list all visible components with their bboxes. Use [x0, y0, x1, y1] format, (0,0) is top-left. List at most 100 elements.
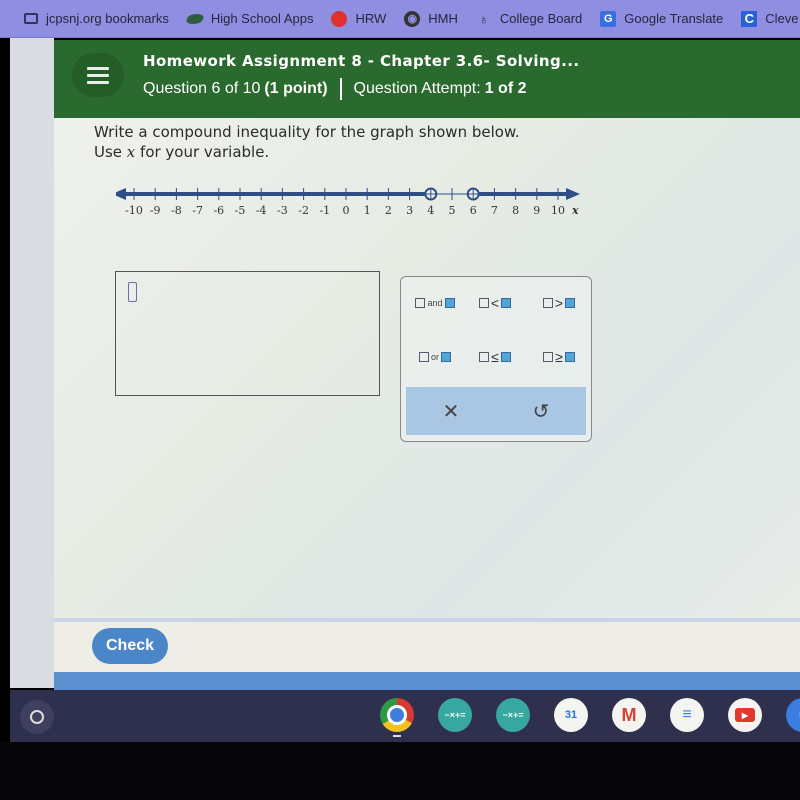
keypad-actions: ✕ ↺ [406, 387, 586, 435]
bookmark-college-board[interactable]: ♁ College Board [476, 10, 583, 27]
operator-label: or [430, 352, 439, 362]
operator-label: ≥ [555, 349, 563, 365]
clear-icon[interactable]: ✕ [443, 399, 460, 424]
question-prompt: Write a compound inequality for the grap… [94, 122, 520, 162]
bookmark-label: jcpsnj.org bookmarks [46, 11, 169, 26]
hamburger-menu-icon [87, 66, 109, 70]
and-key[interactable]: and [405, 291, 465, 315]
question-content: Write a compound inequality for the grap… [54, 118, 800, 618]
filled-box-icon [565, 298, 576, 308]
divider [339, 78, 342, 100]
play-icon: ▶ [735, 708, 755, 722]
filled-box-icon [501, 298, 512, 308]
bookmark-label: Google Translate [624, 11, 724, 26]
tick-label: 8 [512, 204, 519, 217]
tick-label: 2 [385, 204, 392, 217]
tick-label: 1 [364, 204, 371, 217]
tick-label: -1 [319, 204, 330, 217]
acorn-icon: ♁ [478, 10, 490, 27]
question-number: Question 6 of 10 [143, 80, 261, 97]
bottom-bar [54, 672, 800, 690]
prompt-line-1: Write a compound inequality for the grap… [94, 123, 520, 141]
tick-label: -4 [256, 204, 267, 217]
bookmark-label: College Board [499, 11, 583, 26]
greater-than-key[interactable]: > [529, 291, 589, 315]
variable-name: x [126, 143, 136, 161]
bookmark-label: HMH [428, 11, 458, 26]
tick-label: -7 [192, 204, 203, 217]
bookmark-cleve[interactable]: C Cleve [741, 10, 799, 27]
red-dot-icon [331, 10, 348, 27]
answer-input[interactable] [115, 271, 380, 396]
prompt-text: Use [94, 143, 127, 161]
or-key[interactable]: or [405, 345, 465, 369]
footer: Check [54, 622, 800, 672]
tick-label: -2 [298, 204, 309, 217]
gmail-app-icon[interactable]: M [612, 698, 646, 732]
tick-label: -10 [125, 204, 143, 217]
folder-icon [24, 13, 38, 24]
bookmarks-bar: jcpsnj.org bookmarks High School Apps HR… [0, 0, 800, 38]
right-arrow-icon [566, 188, 580, 200]
youtube-app-icon[interactable]: ▶ [728, 698, 762, 732]
chrome-app-icon[interactable] [380, 698, 414, 732]
tick-label: 3 [406, 204, 413, 217]
filled-box-icon [444, 298, 455, 308]
bookmark-jcpsnj[interactable]: jcpsnj.org bookmarks [24, 11, 169, 26]
hamburger-menu-icon-bar [87, 73, 109, 77]
tick-label: -6 [213, 204, 224, 217]
empty-box-icon [543, 352, 554, 362]
bookmark-high-school-apps[interactable]: High School Apps [185, 11, 314, 26]
undo-icon[interactable]: ↺ [533, 399, 550, 424]
apps-leaf-icon [185, 13, 205, 24]
calculator-app-icon-2[interactable]: −×+= [496, 698, 530, 732]
tick-label: 10 [551, 204, 565, 217]
bookmark-hrw[interactable]: HRW [331, 10, 386, 27]
screen-bezel [0, 742, 800, 800]
calculator-app-icon[interactable]: −×+= [438, 698, 472, 732]
bookmark-hmh[interactable]: ◉ HMH [404, 10, 458, 27]
attempt-label: Question Attempt: [353, 80, 481, 97]
launcher-button[interactable] [20, 700, 54, 734]
greater-equal-key[interactable]: ≥ [529, 345, 589, 369]
tick-label: 7 [491, 204, 498, 217]
operator-label: < [490, 295, 500, 311]
empty-box-icon [542, 298, 553, 308]
tick-label: -8 [171, 204, 182, 217]
bookmark-google-translate[interactable]: G Google Translate [600, 10, 724, 27]
filled-box-icon [441, 352, 451, 362]
globe-icon: ◉ [404, 10, 421, 27]
operator-label: ≤ [491, 349, 499, 365]
docs-app-icon[interactable]: ≡ [670, 698, 704, 732]
question-status: Question 6 of 10 (1 point) Question Atte… [143, 78, 527, 100]
filled-box-icon [500, 352, 511, 362]
tick-label: 9 [533, 204, 540, 217]
question-points: (1 point) [264, 80, 328, 97]
operator-label: and [427, 298, 443, 308]
assignment-header: Homework Assignment 8 - Chapter 3.6- Sol… [54, 40, 800, 118]
empty-box-icon [478, 298, 489, 308]
translate-icon: G [600, 10, 617, 27]
hamburger-menu-button[interactable] [72, 53, 124, 97]
os-shelf: −×+= −×+= 31 M ≡ ▶ ◘ [10, 690, 800, 742]
bookmark-label: High School Apps [210, 11, 314, 26]
hamburger-menu-icon-bar [87, 80, 109, 84]
attempt-value: 1 of 2 [484, 80, 527, 97]
filled-box-icon [564, 352, 575, 362]
launcher-circle-icon [30, 710, 44, 724]
tick-label: 4 [427, 204, 434, 217]
bookmark-label: Cleve [765, 11, 799, 26]
check-button[interactable]: Check [92, 628, 168, 664]
assignment-title: Homework Assignment 8 - Chapter 3.6- Sol… [143, 52, 580, 70]
camera-app-icon[interactable]: ◘ [786, 698, 800, 732]
calendar-app-icon[interactable]: 31 [554, 698, 588, 732]
empty-box-icon [418, 352, 429, 362]
input-cursor-placeholder [128, 282, 137, 302]
tick-label: 0 [343, 204, 350, 217]
less-equal-key[interactable]: ≤ [465, 345, 525, 369]
less-than-key[interactable]: < [465, 291, 525, 315]
prompt-text: for your variable. [135, 143, 270, 161]
left-arrow-icon [116, 188, 126, 200]
prompt-line-2: Use x for your variable. [94, 142, 520, 162]
inequality-keypad: ✕ ↺ and < > or ≤ ≥ [400, 276, 592, 442]
